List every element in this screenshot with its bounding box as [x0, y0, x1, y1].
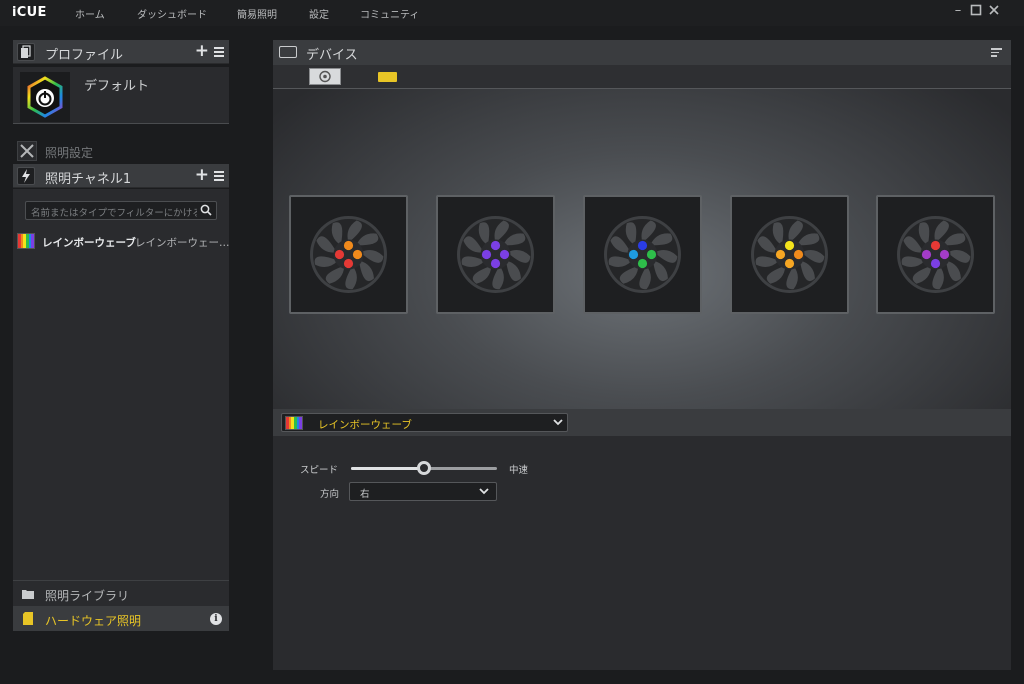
rainbow-swatch-icon: [285, 416, 303, 430]
fan-led: [921, 249, 932, 260]
fan-led: [334, 249, 345, 260]
fan-4[interactable]: [730, 195, 849, 314]
search-icon[interactable]: [200, 204, 212, 216]
effect-type: レインボーウェー…: [135, 237, 230, 249]
fan-led: [637, 258, 648, 269]
fan-led: [646, 249, 657, 260]
app-brand: iCUE: [12, 5, 47, 20]
fan-led: [343, 258, 354, 269]
fan-3[interactable]: [583, 195, 702, 314]
fan-led: [499, 249, 510, 260]
fan-led: [930, 258, 941, 269]
device-preview: [273, 89, 1011, 409]
profile-icon: [17, 43, 35, 61]
chevron-down-icon: [553, 419, 563, 426]
effect-name: レインボーウェーブ: [42, 237, 136, 249]
effect-list-item[interactable]: レインボーウェーブ レインボーウェー…: [17, 233, 230, 249]
memory-icon: [23, 612, 33, 625]
fan-graphic: [604, 216, 681, 293]
lighting-channel-body: 名前またはタイプでフィルターにかける レインボーウェーブ レインボーウェー…: [13, 189, 230, 630]
nav-community[interactable]: コミュニティ: [360, 6, 419, 21]
plus-icon[interactable]: +: [195, 165, 209, 185]
fan-graphic: [897, 216, 974, 293]
chevron-down-icon: [479, 488, 489, 495]
fan-led: [352, 249, 363, 260]
close-icon[interactable]: [987, 4, 1001, 18]
fan-led: [775, 249, 786, 260]
title-bar: iCUE ホーム ダッシュボード 簡易照明 設定 コミュニティ –: [0, 0, 1024, 26]
lighting-channel-title: 照明チャネル1: [45, 172, 132, 187]
filter-placeholder: 名前またはタイプでフィルターにかける: [31, 208, 197, 219]
fan-led: [939, 249, 950, 260]
nav-quick-lighting[interactable]: 簡易照明: [237, 6, 277, 21]
hardware-lighting-label: ハードウェア照明: [45, 614, 142, 628]
minimize-icon[interactable]: –: [951, 4, 965, 18]
info-icon[interactable]: i: [210, 613, 222, 625]
fan-led: [628, 249, 639, 260]
fan-5[interactable]: [876, 195, 995, 314]
direction-value: 右: [360, 489, 370, 500]
tools-icon: [17, 141, 37, 161]
speed-slider-handle[interactable]: [417, 461, 431, 475]
lighting-library-label: 照明ライブラリ: [45, 589, 130, 603]
speed-value: 中速: [509, 465, 529, 476]
device-thumb-memory[interactable]: [378, 72, 397, 82]
devices-title: デバイス: [306, 48, 358, 63]
fan-graphic: [751, 216, 828, 293]
speed-label: スピード: [300, 465, 339, 476]
folder-icon: [22, 590, 34, 599]
hardware-lighting-item[interactable]: ハードウェア照明 i: [13, 606, 229, 631]
maximize-icon[interactable]: [969, 4, 983, 18]
fan-led: [793, 249, 804, 260]
menu-icon[interactable]: [214, 171, 224, 183]
lightning-icon: [17, 167, 35, 185]
fan-led: [490, 258, 501, 269]
keyboard-icon: [279, 46, 297, 58]
devices-header: デバイス: [273, 40, 1011, 65]
direction-label: 方向: [320, 489, 340, 500]
device-thumb-fan-hub[interactable]: [309, 68, 341, 85]
speed-slider-fill: [351, 467, 424, 470]
nav-dashboard[interactable]: ダッシュボード: [137, 6, 207, 21]
fan-led: [784, 240, 795, 251]
fan-led: [343, 240, 354, 251]
lighting-settings-label: 照明設定: [45, 146, 94, 160]
nav-home[interactable]: ホーム: [75, 6, 105, 21]
effect-bar: レインボーウェーブ: [273, 409, 1011, 436]
effect-dropdown[interactable]: レインボーウェーブ: [281, 413, 568, 432]
effect-settings: スピード 中速 方向 右: [273, 436, 1011, 670]
fan-led: [481, 249, 492, 260]
device-strip: [273, 65, 1011, 89]
fan-led: [637, 240, 648, 251]
sort-icon[interactable]: [991, 48, 1002, 59]
fan-led: [930, 240, 941, 251]
menu-icon[interactable]: [214, 47, 224, 59]
fan-1[interactable]: [289, 195, 408, 314]
profile-logo: [20, 72, 70, 122]
rainbow-swatch-icon: [17, 233, 35, 249]
profile-item-default[interactable]: デフォルト: [13, 67, 229, 124]
profile-panel-header: プロファイル +: [13, 40, 229, 64]
profile-panel-title: プロファイル: [45, 48, 124, 63]
fan-led: [784, 258, 795, 269]
profile-name: デフォルト: [84, 79, 150, 94]
effect-dropdown-value: レインボーウェーブ: [318, 419, 412, 431]
fan-graphic: [310, 216, 387, 293]
plus-icon[interactable]: +: [195, 41, 209, 61]
nav-settings[interactable]: 設定: [309, 6, 329, 21]
filter-input[interactable]: 名前またはタイプでフィルターにかける: [25, 201, 217, 220]
lighting-settings-item[interactable]: 照明設定: [13, 139, 229, 163]
speed-slider[interactable]: [351, 461, 497, 475]
fan-led: [490, 240, 501, 251]
lighting-library-item[interactable]: 照明ライブラリ: [13, 580, 229, 606]
fan-graphic: [457, 216, 534, 293]
direction-dropdown[interactable]: 右: [349, 482, 497, 501]
fan-2[interactable]: [436, 195, 555, 314]
lighting-channel-header: 照明チャネル1 +: [13, 164, 229, 188]
